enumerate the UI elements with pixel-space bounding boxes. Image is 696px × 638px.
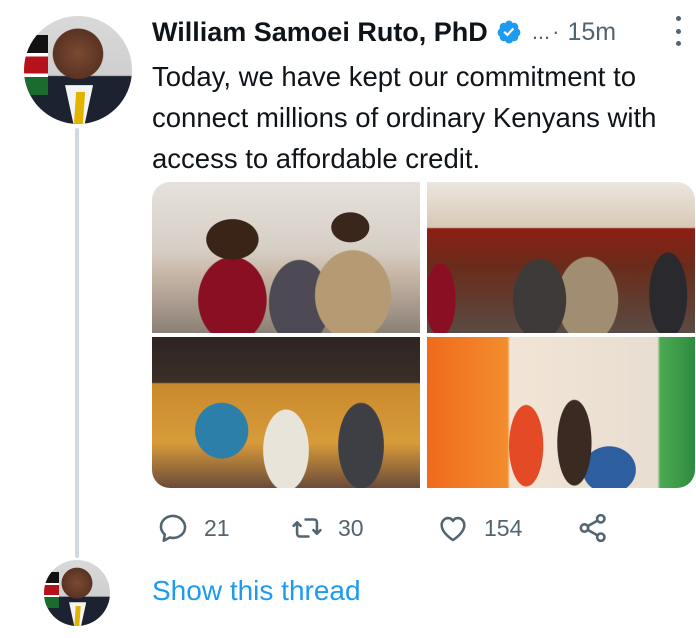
tweet-timestamp[interactable]: 15m: [567, 18, 616, 47]
kenya-flag: [44, 571, 59, 609]
thread-connector-line: [75, 128, 79, 558]
photo-1[interactable]: [152, 182, 420, 333]
author-name[interactable]: William Samoei Ruto, PhD: [152, 17, 488, 48]
tweet-actions: 21 30 154: [152, 506, 632, 550]
retweet-count: 30: [338, 514, 364, 541]
photo-4[interactable]: [427, 337, 695, 488]
reply-button[interactable]: 21: [156, 506, 230, 550]
like-count: 154: [484, 514, 523, 541]
show-thread-link[interactable]: Show this thread: [152, 575, 361, 607]
reply-count: 21: [204, 514, 230, 541]
reply-icon: [159, 514, 187, 543]
photo-3[interactable]: [152, 337, 420, 488]
retweet-icon: [292, 518, 322, 538]
tweet-media-grid: [152, 182, 695, 488]
share-icon: [579, 513, 606, 543]
photo-2[interactable]: [427, 182, 695, 333]
author-avatar[interactable]: [24, 16, 132, 124]
verified-badge-icon: [497, 20, 521, 44]
heart-icon: [440, 516, 466, 542]
avatar-tie: [73, 91, 85, 124]
retweet-button[interactable]: 30: [290, 506, 364, 550]
separator-dot: ·: [552, 19, 560, 44]
author-handle[interactable]: ...: [532, 19, 550, 45]
tweet-text: Today, we have kept our commitment to co…: [152, 61, 657, 174]
share-button[interactable]: [576, 506, 610, 550]
more-options-icon[interactable]: [676, 16, 682, 46]
kenya-flag: [24, 35, 48, 95]
tweet-header: William Samoei Ruto, PhD ... · 15m: [152, 12, 692, 52]
like-button[interactable]: 154: [436, 506, 522, 550]
thread-author-avatar[interactable]: [44, 560, 110, 626]
